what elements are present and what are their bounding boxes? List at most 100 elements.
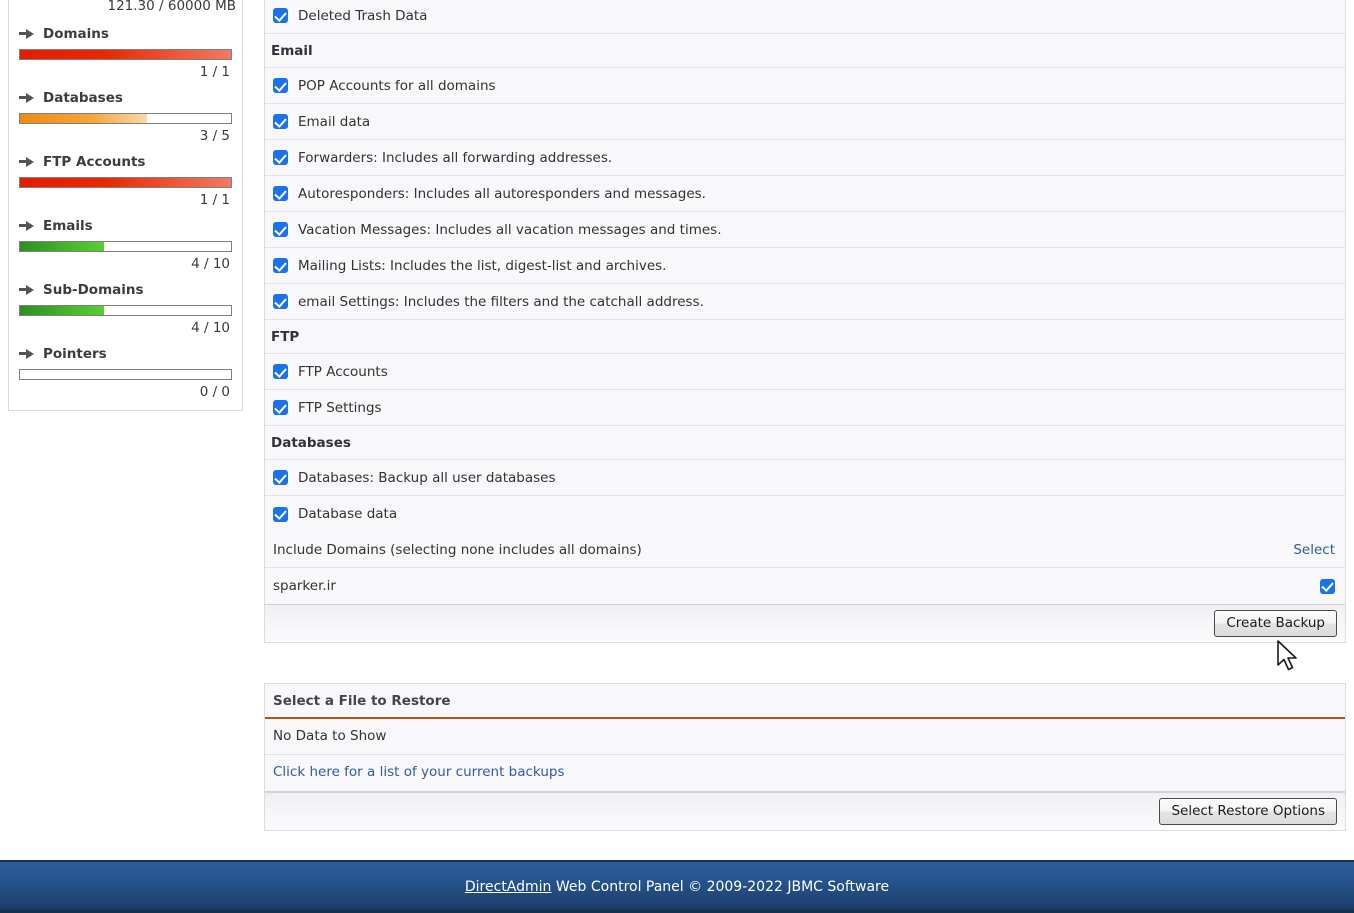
- usage-bar: [19, 49, 232, 60]
- footer-copyright-text: Web Control Panel © 2009-2022 JBMC Softw…: [551, 878, 890, 895]
- usage-bar-fill: [20, 242, 105, 251]
- usage-bar-fill: [20, 50, 231, 59]
- checkbox-checked-icon[interactable]: [273, 8, 288, 23]
- arrow-right-icon: [19, 156, 35, 168]
- stat-value: 4 / 10: [191, 256, 230, 272]
- backup-option-row[interactable]: Database data: [265, 496, 1345, 532]
- backup-option-row[interactable]: email Settings: Includes the filters and…: [265, 284, 1345, 320]
- backup-option-row[interactable]: Databases: Backup all user databases: [265, 460, 1345, 496]
- stat-toggle-sub-domains[interactable]: Sub-Domains: [15, 272, 236, 304]
- current-backups-link[interactable]: Click here for a list of your current ba…: [273, 764, 564, 780]
- stat-label: Pointers: [43, 346, 107, 362]
- stat-label: FTP Accounts: [43, 154, 146, 170]
- section-header: Databases: [265, 426, 1345, 460]
- stat-value: 1 / 1: [199, 64, 230, 80]
- directadmin-link[interactable]: DirectAdmin: [465, 879, 552, 895]
- checkbox-checked-icon[interactable]: [273, 506, 288, 522]
- domain-row[interactable]: sparker.ir: [265, 568, 1345, 604]
- stat-item: Pointers 0 / 0: [9, 336, 242, 400]
- stats-list: Domains 1 / 1 Databases 3 / 5 FTP Accounts 1 …: [9, 16, 242, 400]
- stat-item: FTP Accounts 1 / 1: [9, 144, 242, 208]
- backup-option-label: Email data: [298, 113, 371, 130]
- page-root: 121.30 / 60000 MB Domains 1 / 1 Databases 3…: [0, 0, 1354, 913]
- restore-panel: Select a File to Restore No Data to Show…: [264, 683, 1346, 831]
- select-restore-options-button[interactable]: Select Restore Options: [1159, 798, 1337, 825]
- backup-option-row[interactable]: Deleted Trash Data: [265, 0, 1345, 34]
- checkbox-checked-icon[interactable]: [273, 114, 288, 129]
- stat-value: 1 / 1: [199, 192, 230, 208]
- backup-option-row[interactable]: Vacation Messages: Includes all vacation…: [265, 212, 1345, 248]
- stat-toggle-domains[interactable]: Domains: [15, 16, 236, 48]
- section-header-label: Email: [271, 42, 313, 59]
- select-all-domains-link[interactable]: Select: [1293, 542, 1335, 558]
- backup-option-label: Forwarders: Includes all forwarding addr…: [298, 149, 613, 166]
- stat-toggle-ftp-accounts[interactable]: FTP Accounts: [15, 144, 236, 176]
- arrow-right-icon: [19, 220, 35, 232]
- mouse-cursor: [1277, 640, 1301, 674]
- stat-item: Emails 4 / 10: [9, 208, 242, 272]
- arrow-right-icon: [19, 92, 35, 104]
- backup-option-label: Databases: Backup all user databases: [298, 469, 556, 486]
- checkbox-checked-icon[interactable]: [273, 222, 288, 237]
- section-header-label: FTP: [271, 328, 300, 345]
- stat-toggle-emails[interactable]: Emails: [15, 208, 236, 240]
- disk-usage-text: 121.30 / 60000 MB: [107, 0, 236, 14]
- checkbox-checked-icon[interactable]: [273, 150, 288, 165]
- backup-option-label: POP Accounts for all domains: [298, 77, 496, 94]
- checkbox-checked-icon[interactable]: [273, 400, 288, 415]
- arrow-right-icon: [19, 348, 35, 360]
- stat-item: Databases 3 / 5: [9, 80, 242, 144]
- stat-value: 4 / 10: [191, 320, 230, 336]
- checkbox-checked-icon[interactable]: [273, 470, 288, 485]
- arrow-right-icon: [19, 28, 35, 40]
- backup-option-row[interactable]: Email data: [265, 104, 1345, 140]
- checkbox-checked-icon[interactable]: [273, 364, 288, 379]
- backup-option-label: Deleted Trash Data: [298, 7, 428, 24]
- stat-label: Domains: [43, 26, 109, 42]
- backup-option-label: Autoresponders: Includes all autorespond…: [298, 185, 706, 202]
- stat-toggle-pointers[interactable]: Pointers: [15, 336, 236, 368]
- arrow-right-icon: [19, 284, 35, 296]
- stat-value: 3 / 5: [199, 128, 230, 144]
- domain-checkbox-checked-icon[interactable]: [1320, 578, 1335, 594]
- stat-label: Databases: [43, 90, 123, 106]
- backup-option-label: Vacation Messages: Includes all vacation…: [298, 221, 722, 238]
- usage-bar: [19, 369, 232, 380]
- checkbox-checked-icon[interactable]: [273, 294, 288, 309]
- checkbox-checked-icon[interactable]: [273, 186, 288, 201]
- usage-bar: [19, 113, 232, 124]
- backup-option-label: Mailing Lists: Includes the list, digest…: [298, 257, 667, 274]
- backup-option-row[interactable]: FTP Accounts: [265, 354, 1345, 390]
- backup-option-row[interactable]: Mailing Lists: Includes the list, digest…: [265, 248, 1345, 284]
- create-backup-button[interactable]: Create Backup: [1214, 610, 1337, 637]
- usage-bar: [19, 305, 232, 316]
- backup-option-label: Database data: [298, 506, 398, 522]
- checkbox-checked-icon[interactable]: [273, 258, 288, 273]
- section-header: FTP: [265, 320, 1345, 354]
- usage-bar: [19, 241, 232, 252]
- usage-bar-fill: [20, 306, 105, 315]
- section-header-label: Databases: [271, 434, 351, 451]
- usage-bar-fill: [20, 114, 147, 123]
- backup-options-list: Deleted Trash Data Email POP Accounts for …: [265, 0, 1345, 532]
- backup-option-row[interactable]: POP Accounts for all domains: [265, 68, 1345, 104]
- create-backup-panel: Deleted Trash Data Email POP Accounts for …: [264, 0, 1346, 643]
- stat-toggle-databases[interactable]: Databases: [15, 80, 236, 112]
- domain-list: sparker.ir: [265, 568, 1345, 604]
- include-domains-label: Include Domains (selecting none includes…: [273, 541, 642, 558]
- backup-option-row[interactable]: Forwarders: Includes all forwarding addr…: [265, 140, 1345, 176]
- usage-bar: [19, 177, 232, 188]
- stat-value: 0 / 0: [199, 384, 230, 400]
- usage-bar-fill: [20, 178, 231, 187]
- stat-item: Sub-Domains 4 / 10: [9, 272, 242, 336]
- backup-option-row[interactable]: FTP Settings: [265, 390, 1345, 426]
- backup-option-label: email Settings: Includes the filters and…: [298, 293, 704, 310]
- backup-option-label: FTP Settings: [298, 399, 382, 416]
- usage-stats-sidebar: 121.30 / 60000 MB Domains 1 / 1 Databases 3…: [8, 0, 243, 411]
- stat-label: Sub-Domains: [43, 282, 144, 298]
- backup-option-row[interactable]: Autoresponders: Includes all autorespond…: [265, 176, 1345, 212]
- section-header: Email: [265, 34, 1345, 68]
- checkbox-checked-icon[interactable]: [273, 78, 288, 93]
- backup-option-label: FTP Accounts: [298, 363, 388, 380]
- create-backup-action-row: Create Backup: [265, 604, 1345, 642]
